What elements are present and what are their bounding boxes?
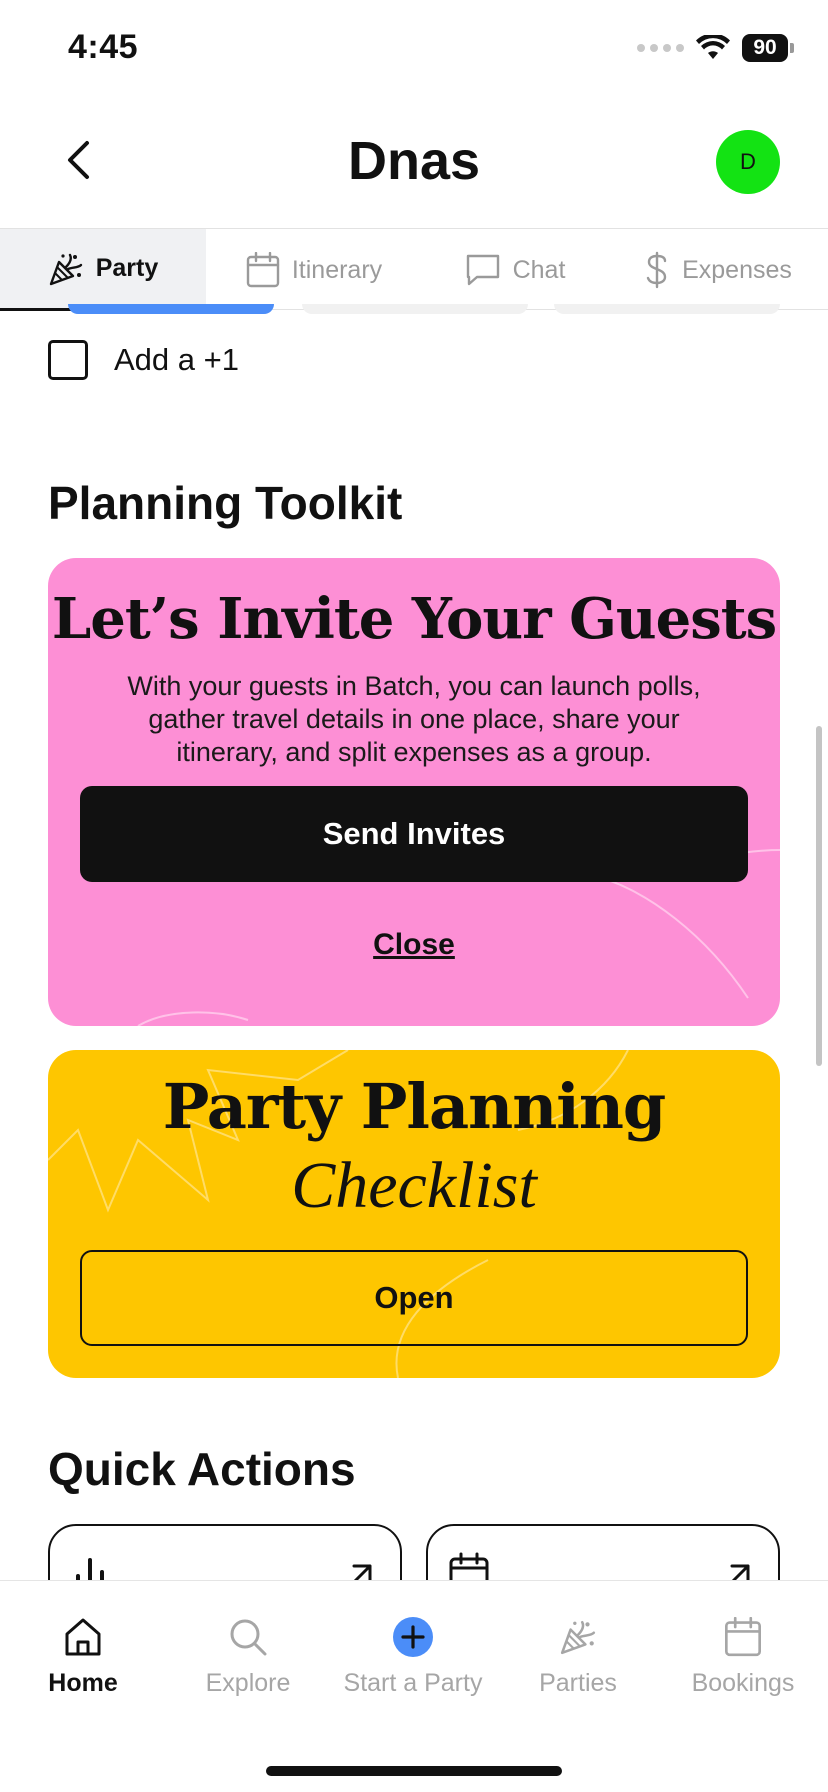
planning-toolkit-title: Planning Toolkit [48, 477, 403, 529]
calendar-icon [246, 252, 280, 288]
status-icons: 90 [637, 34, 794, 62]
nav-start-a-party[interactable]: Start a Party [330, 1615, 496, 1698]
cellular-signal-icon [637, 44, 684, 52]
plus-one-checkbox[interactable] [48, 340, 88, 380]
search-icon [230, 1619, 267, 1656]
chat-bubble-icon [466, 254, 499, 286]
scrolled-option [554, 304, 780, 314]
nav-label: Bookings [691, 1669, 795, 1697]
tab-bar: Party Itinerary Chat Expenses [0, 228, 828, 311]
calendar-icon [725, 1617, 761, 1657]
tab-label: Party [95, 254, 159, 282]
send-invites-button[interactable]: Send Invites [80, 786, 748, 882]
status-time: 4:45 [68, 28, 139, 66]
checklist-card-subtitle: Checklist [291, 1149, 537, 1222]
nav-label: Explore [205, 1669, 291, 1697]
plus-one-label: Add a +1 [114, 342, 239, 377]
nav-label: Parties [539, 1669, 617, 1697]
party-planning-checklist-card: Party Planning Checklist Open [48, 1050, 780, 1378]
tab-expenses[interactable]: Expenses [608, 229, 828, 311]
plus-one-row[interactable]: Add a +1 [48, 340, 239, 380]
nav-explore[interactable]: Explore [165, 1615, 331, 1698]
open-checklist-button[interactable]: Open [80, 1250, 748, 1346]
party-popper-icon [49, 253, 82, 285]
tab-party[interactable]: Party [0, 229, 206, 311]
close-invite-card-link[interactable]: Close [48, 928, 780, 962]
invite-card-title: Let’s Invite Your Guests [51, 586, 777, 652]
status-bar: 4:45 90 [0, 0, 828, 100]
nav-header: Dnas D [0, 100, 828, 228]
invite-card-description: With your guests in Batch, you can launc… [127, 671, 701, 767]
party-popper-icon [560, 1620, 596, 1655]
nav-home[interactable]: Home [0, 1615, 166, 1698]
home-icon [65, 1618, 101, 1656]
tab-label: Expenses [682, 255, 792, 284]
nav-label: Home [48, 1669, 118, 1697]
tab-label: Itinerary [291, 255, 383, 284]
page-title: Dnas [347, 131, 481, 191]
scrolled-option-selected [68, 304, 274, 314]
dollar-icon [646, 251, 667, 289]
nav-label: Start a Party [343, 1669, 483, 1697]
wifi-icon [696, 35, 730, 59]
checklist-card-title: Party Planning [162, 1070, 667, 1143]
bottom-nav: Home Explore Start a Party Parties Booki… [0, 1580, 828, 1792]
battery-level: 90 [742, 34, 788, 62]
plus-circle-icon [393, 1617, 433, 1657]
home-indicator [266, 1766, 562, 1776]
nav-parties[interactable]: Parties [495, 1615, 661, 1698]
tab-itinerary[interactable]: Itinerary [206, 229, 422, 311]
scrolled-option [302, 304, 528, 314]
scrollbar[interactable] [816, 726, 822, 1066]
quick-actions-title: Quick Actions [48, 1443, 356, 1495]
nav-bookings[interactable]: Bookings [660, 1615, 826, 1698]
tab-label: Chat [512, 255, 566, 284]
battery-icon: 90 [742, 34, 794, 62]
invite-guests-card: Let’s Invite Your Guests With your guest… [48, 558, 780, 1026]
avatar[interactable]: D [716, 130, 780, 194]
tab-chat[interactable]: Chat [422, 229, 608, 311]
